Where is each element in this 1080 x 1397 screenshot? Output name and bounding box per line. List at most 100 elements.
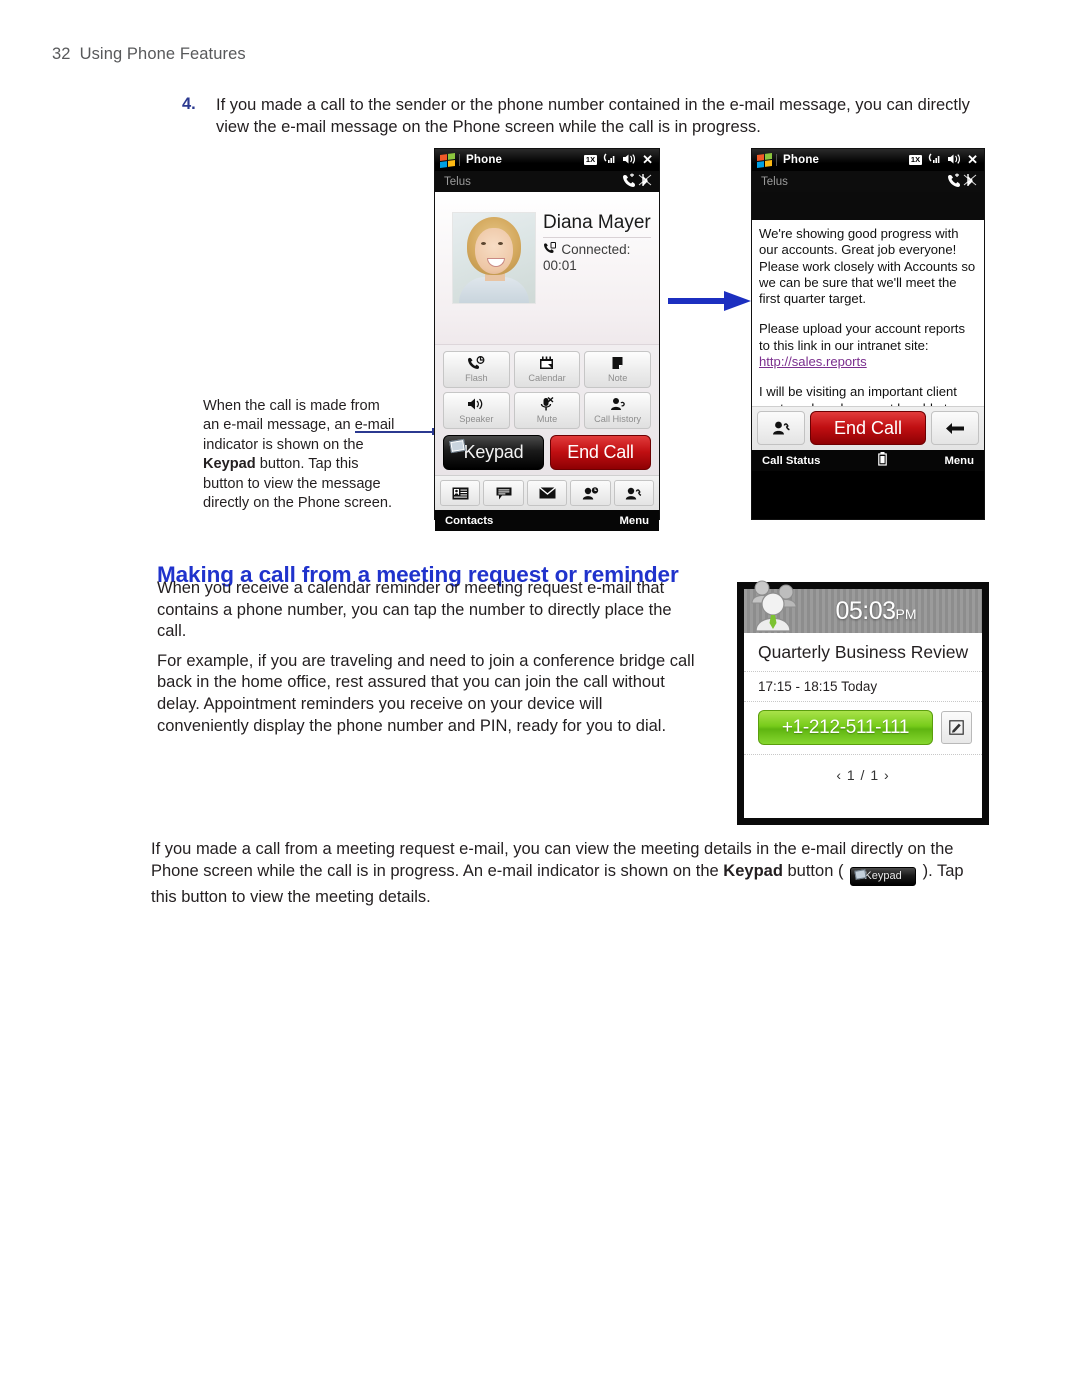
reminder-phone-number-button[interactable]: +1-212-511-111 (758, 710, 933, 745)
windows-logo-icon (440, 152, 455, 168)
edit-note-icon[interactable] (941, 711, 972, 744)
reminder-pager: ‹ 1 / 1 › (744, 755, 982, 783)
end-call-button-label: End Call (833, 417, 903, 438)
network-1x-badge: 1X (908, 155, 923, 165)
callout-line-4: button. Tap this (255, 456, 359, 473)
network-1x-badge: 1X (583, 155, 598, 165)
note-button-label: Note (607, 372, 628, 383)
speaker-icon (467, 397, 485, 414)
phone-screenshot-email-on-call: Phone 1X ✕ Telus We're showing good prog… (751, 148, 985, 520)
reminder-pager-prev[interactable]: ‹ (836, 767, 842, 783)
calendar-button[interactable]: Calendar (513, 351, 581, 388)
close-icon[interactable]: ✕ (967, 153, 978, 166)
reminder-time-value: 05:03 (835, 596, 896, 625)
phone1-softkey-left[interactable]: Contacts (445, 515, 493, 527)
phone1-button-area: Flash Calendar Note Speaker Mute Call Hi… (435, 344, 659, 475)
closing-bold-keypad: Keypad (723, 862, 783, 880)
call-status-label: Connected: (561, 242, 631, 257)
email-message-body[interactable]: We're showing good progress with our acc… (752, 220, 984, 406)
phone1-title: Phone (466, 154, 503, 166)
flash-button[interactable]: Flash (443, 351, 510, 388)
email-paragraph-1: We're showing good progress with our acc… (759, 226, 976, 307)
reminder-time-ampm: PM (895, 605, 917, 622)
mute-button-label: Mute (536, 413, 558, 424)
phone1-softkey-right[interactable]: Menu (620, 515, 650, 527)
reminder-time: 05:03PM (809, 597, 916, 626)
phone1-tray (435, 475, 659, 510)
call-contact-icon[interactable] (757, 411, 805, 445)
windows-logo-icon (757, 152, 772, 168)
contact-card-icon[interactable] (440, 480, 481, 506)
email-indicator-icon (854, 868, 867, 880)
keypad-button-label: Keypad (463, 442, 524, 462)
call-status-text: Connected: 00:01 (543, 242, 643, 274)
mute-icon (539, 396, 554, 414)
note-icon (611, 356, 624, 373)
reminder-popup-screenshot: 05:03PM Quarterly Business Review 17:15 … (737, 580, 989, 825)
close-icon[interactable]: ✕ (642, 153, 653, 166)
phone2-softkey-left[interactable]: Call Status (762, 455, 820, 467)
step-4-block: 4. If you made a call to the sender or t… (182, 95, 982, 138)
keypad-button[interactable]: Keypad (443, 435, 544, 470)
running-head-text: Using Phone Features (79, 45, 246, 63)
callout-line-1: When the call is made from (203, 398, 380, 414)
reminder-number-row: +1-212-511-111 (744, 702, 982, 755)
section-body: When you receive a calendar reminder or … (157, 578, 695, 745)
phone2-softkey-right[interactable]: Menu (944, 455, 974, 467)
recent-contacts-icon[interactable] (570, 480, 611, 506)
section-paragraph-2: For example, if you are traveling and ne… (157, 651, 695, 735)
phone2-primary-buttons: End Call (752, 406, 984, 450)
phone2-softkey-bar: Call Status Menu (752, 450, 984, 471)
calendar-button-label: Calendar (528, 372, 566, 383)
closing-paragraph: If you made a call from a meeting reques… (151, 838, 989, 908)
titlebar-divider (776, 154, 777, 166)
end-call-button-label: End Call (567, 442, 634, 462)
phone1-contact-area: Diana Mayer Connected: 00:01 (435, 192, 659, 344)
phone2-operator-bar: Telus (752, 171, 984, 192)
signal-icon[interactable] (603, 153, 616, 167)
page-number: 32 (52, 45, 71, 63)
callout-line-5: button to view the message (203, 475, 381, 492)
call-contact-icon[interactable] (613, 480, 655, 506)
contact-name: Diana Mayer (543, 212, 651, 233)
step-text: If you made a call to the sender or the … (216, 96, 970, 136)
inline-keypad-label: Keypad (864, 870, 902, 882)
call-history-button[interactable]: Call History (584, 392, 651, 429)
speaker-icon[interactable] (622, 153, 636, 167)
intranet-link[interactable]: http://sales.reports (759, 354, 867, 369)
titlebar-divider (459, 154, 460, 166)
flash-button-label: Flash (465, 372, 488, 383)
callout-line-3: indicator is shown on the (203, 436, 364, 453)
speaker-button-label: Speaker (459, 413, 494, 424)
end-call-button[interactable]: End Call (810, 411, 926, 445)
meeting-people-icon (742, 579, 814, 637)
phone1-titlebar: Phone 1X ✕ (435, 149, 659, 171)
end-call-button[interactable]: End Call (550, 435, 651, 470)
inline-keypad-button-image: Keypad (850, 866, 917, 886)
reminder-inner: 05:03PM Quarterly Business Review 17:15 … (744, 580, 982, 818)
contact-name-rule (543, 237, 651, 238)
note-button[interactable]: Note (584, 351, 651, 388)
sms-icon[interactable] (483, 480, 524, 506)
signal-icon[interactable] (928, 153, 941, 167)
speaker-button[interactable]: Speaker (443, 392, 510, 429)
email-paragraph-2: Please upload your account reports to th… (759, 321, 977, 370)
mute-button[interactable]: Mute (513, 392, 581, 429)
speaker-icon[interactable] (947, 153, 961, 167)
phone1-titlebar-icons: 1X ✕ (583, 153, 653, 167)
email-paragraph-3: I will be visiting an important client n… (759, 384, 977, 406)
phone1-softkey-bar: Contacts Menu (435, 510, 659, 531)
phone1-operator-bar: Telus (435, 171, 659, 192)
callout-leader-line (355, 431, 435, 433)
phone2-operator-name: Telus (761, 175, 788, 188)
reminder-timeslot: 17:15 - 18:15 Today (744, 672, 982, 702)
callout-bold-keypad: Keypad (203, 456, 256, 473)
reminder-pager-next[interactable]: › (884, 767, 890, 783)
contact-photo (452, 212, 536, 304)
phone2-dark-strip (752, 192, 984, 220)
reminder-subject: Quarterly Business Review (744, 633, 982, 672)
callout-line-6: directly on the Phone screen. (203, 495, 393, 512)
email-icon[interactable] (526, 480, 568, 506)
back-arrow-icon[interactable] (931, 411, 979, 445)
call-history-button-label: Call History (594, 413, 642, 424)
